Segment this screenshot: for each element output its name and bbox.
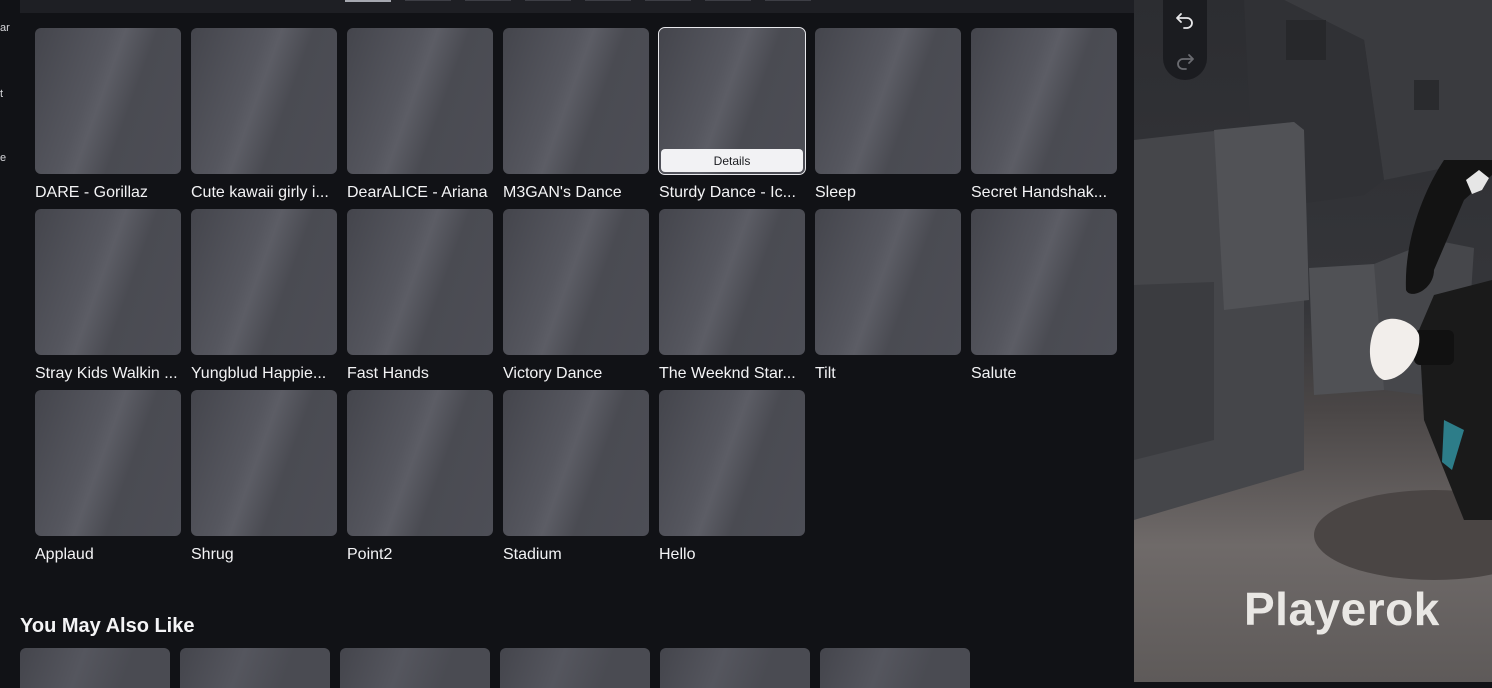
recommendation-card[interactable] bbox=[820, 648, 970, 688]
sidebar-label-fragment: ar bbox=[0, 22, 10, 34]
emote-tile[interactable]: DearALICE - Ariana bbox=[347, 28, 493, 209]
undo-redo-panel bbox=[1163, 0, 1207, 80]
emote-thumbnail[interactable] bbox=[659, 390, 805, 536]
emote-name: Stray Kids Walkin ... bbox=[35, 365, 178, 382]
emote-name: Tilt bbox=[815, 365, 836, 382]
emote-thumbnail[interactable] bbox=[35, 209, 181, 355]
emote-thumbnail[interactable]: Details bbox=[658, 27, 806, 175]
emote-thumbnail[interactable] bbox=[347, 28, 493, 174]
recommendation-card[interactable] bbox=[660, 648, 810, 688]
recommendation-card[interactable] bbox=[20, 648, 170, 688]
watermark: Playerok bbox=[1244, 583, 1440, 635]
redo-icon[interactable] bbox=[1175, 50, 1195, 70]
emote-thumbnail[interactable] bbox=[191, 209, 337, 355]
emote-thumbnail[interactable] bbox=[815, 209, 961, 355]
emote-thumbnail[interactable] bbox=[503, 209, 649, 355]
emote-name: Sleep bbox=[815, 184, 856, 201]
emote-tile[interactable]: Yungblud Happie... bbox=[191, 209, 337, 390]
emote-name: Point2 bbox=[347, 546, 393, 563]
recommendation-card[interactable] bbox=[180, 648, 330, 688]
emote-name: Secret Handshak... bbox=[971, 184, 1108, 201]
emote-tile[interactable]: M3GAN's Dance bbox=[503, 28, 649, 209]
recommendation-card[interactable] bbox=[340, 648, 490, 688]
emote-name: M3GAN's Dance bbox=[503, 184, 622, 201]
emote-thumbnail[interactable] bbox=[971, 209, 1117, 355]
scene-background bbox=[1134, 0, 1492, 580]
emote-name: Shrug bbox=[191, 546, 234, 563]
emote-name: Salute bbox=[971, 365, 1017, 382]
category-tab[interactable] bbox=[345, 0, 391, 2]
sidebar-label-fragment: e bbox=[0, 152, 7, 164]
emote-thumbnail[interactable] bbox=[347, 390, 493, 536]
emote-tile[interactable]: Secret Handshak... bbox=[971, 28, 1117, 209]
undo-icon[interactable] bbox=[1175, 9, 1195, 29]
category-tab[interactable] bbox=[765, 0, 811, 1]
emote-tile[interactable]: Applaud bbox=[35, 390, 181, 571]
recommendation-card[interactable] bbox=[500, 648, 650, 688]
emote-tile[interactable]: The Weeknd Star... bbox=[659, 209, 805, 390]
emote-thumbnail[interactable] bbox=[347, 209, 493, 355]
category-tabs-bar bbox=[20, 0, 1134, 13]
emote-name: Sturdy Dance - Ic... bbox=[659, 184, 796, 201]
emote-thumbnail[interactable] bbox=[815, 28, 961, 174]
emote-thumbnail[interactable] bbox=[191, 390, 337, 536]
recommendations-title: You May Also Like bbox=[20, 615, 195, 637]
emote-tile[interactable]: Shrug bbox=[191, 390, 337, 571]
emote-name: Cute kawaii girly i... bbox=[191, 184, 329, 201]
category-tab[interactable] bbox=[645, 0, 691, 1]
emote-tile[interactable]: Details Sturdy Dance - Ic... bbox=[658, 27, 806, 209]
emote-thumbnail[interactable] bbox=[659, 209, 805, 355]
emote-tile[interactable]: Stadium bbox=[503, 390, 649, 571]
emote-name: Stadium bbox=[503, 546, 562, 563]
emote-tile[interactable]: Cute kawaii girly i... bbox=[191, 28, 337, 209]
emote-thumbnail[interactable] bbox=[503, 390, 649, 536]
emote-tile[interactable]: Point2 bbox=[347, 390, 493, 571]
emote-thumbnail[interactable] bbox=[191, 28, 337, 174]
category-tab[interactable] bbox=[525, 0, 571, 1]
emote-tile[interactable]: Tilt bbox=[815, 209, 961, 390]
category-tab[interactable] bbox=[705, 0, 751, 1]
emote-tile[interactable]: Sleep bbox=[815, 28, 961, 209]
emote-name: Fast Hands bbox=[347, 365, 429, 382]
emote-tile[interactable]: Salute bbox=[971, 209, 1117, 390]
avatar-preview[interactable]: Playerok bbox=[1134, 0, 1492, 682]
emote-name: Hello bbox=[659, 546, 696, 563]
emote-thumbnail[interactable] bbox=[971, 28, 1117, 174]
emote-name: DARE - Gorillaz bbox=[35, 184, 148, 201]
emote-name: DearALICE - Ariana bbox=[347, 184, 488, 201]
emote-name: The Weeknd Star... bbox=[659, 365, 796, 382]
category-tab[interactable] bbox=[465, 0, 511, 1]
category-tab[interactable] bbox=[405, 0, 451, 1]
emote-tile[interactable]: Stray Kids Walkin ... bbox=[35, 209, 181, 390]
emote-thumbnail[interactable] bbox=[503, 28, 649, 174]
left-sidebar-edge: ar t e bbox=[0, 0, 12, 682]
emote-tile[interactable]: DARE - Gorillaz bbox=[35, 28, 181, 209]
emote-thumbnail[interactable] bbox=[35, 28, 181, 174]
emote-name: Victory Dance bbox=[503, 365, 603, 382]
emote-tile[interactable]: Hello bbox=[659, 390, 805, 571]
emote-tile[interactable]: Victory Dance bbox=[503, 209, 649, 390]
emote-thumbnail[interactable] bbox=[35, 390, 181, 536]
emote-tile[interactable]: Fast Hands bbox=[347, 209, 493, 390]
emote-name: Applaud bbox=[35, 546, 94, 563]
emote-name: Yungblud Happie... bbox=[191, 365, 327, 382]
sidebar-label-fragment: t bbox=[0, 88, 4, 100]
emote-grid: DARE - Gorillaz Cute kawaii girly i... Dea… bbox=[35, 27, 1117, 571]
details-button[interactable]: Details bbox=[661, 149, 803, 172]
category-tab[interactable] bbox=[585, 0, 631, 1]
